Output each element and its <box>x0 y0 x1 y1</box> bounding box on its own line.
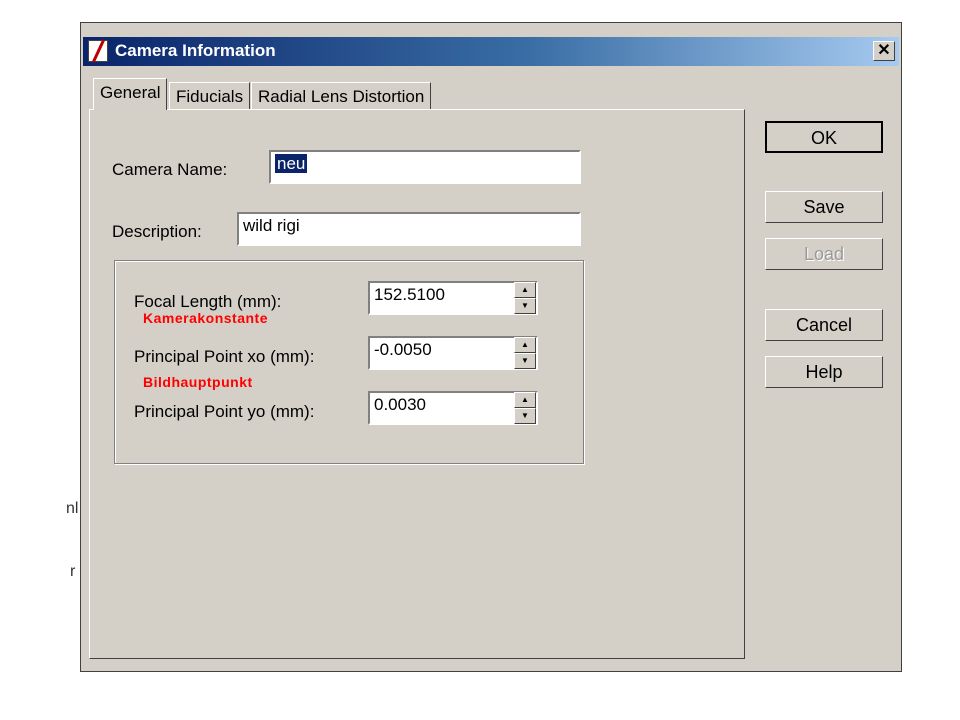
window-title: Camera Information <box>115 41 276 60</box>
spin-up-button[interactable]: ▲ <box>514 392 536 408</box>
principal-point-yo-label: Principal Point yo (mm): <box>134 402 315 421</box>
spin-down-button[interactable]: ▼ <box>514 298 536 314</box>
camera-information-dialog: Camera Information ✕ General Fiducials R… <box>80 22 902 672</box>
principal-point-xo-input[interactable]: -0.0050 <box>368 336 538 370</box>
close-icon: ✕ <box>877 42 891 59</box>
save-button[interactable]: Save <box>765 191 883 223</box>
principal-point-xo-label: Principal Point xo (mm): <box>134 347 315 366</box>
chevron-up-icon: ▲ <box>521 285 529 294</box>
description-label: Description: <box>112 222 202 241</box>
load-button-label: Load <box>803 244 845 264</box>
focal-length-input[interactable]: 152.5100 <box>368 281 538 315</box>
chevron-down-icon: ▼ <box>521 411 529 420</box>
close-button[interactable]: ✕ <box>873 41 895 61</box>
general-tab-panel: Camera Name: neu Description: wild rigi … <box>89 109 745 659</box>
spin-down-button[interactable]: ▼ <box>514 408 536 424</box>
principal-point-xo-spinner: ▲ ▼ <box>514 337 536 369</box>
ok-button[interactable]: OK <box>765 121 883 153</box>
principal-point-xo-value: -0.0050 <box>374 340 432 359</box>
chevron-down-icon: ▼ <box>521 356 529 365</box>
tab-fiducials[interactable]: Fiducials <box>169 82 251 110</box>
principal-point-yo-spinner: ▲ ▼ <box>514 392 536 424</box>
principal-point-yo-input[interactable]: 0.0030 <box>368 391 538 425</box>
load-button: Load <box>765 238 883 270</box>
tab-label: General <box>100 83 161 102</box>
tab-general[interactable]: General <box>93 78 168 110</box>
spin-up-button[interactable]: ▲ <box>514 337 536 353</box>
app-icon <box>88 39 108 63</box>
chevron-up-icon: ▲ <box>521 395 529 404</box>
annotation-kamerakonstante: Kamerakonstante <box>143 310 268 326</box>
chevron-up-icon: ▲ <box>521 340 529 349</box>
spin-up-button[interactable]: ▲ <box>514 282 536 298</box>
description-input[interactable]: wild rigi <box>237 212 581 246</box>
annotation-bildhauptpunkt: Bildhauptpunkt <box>143 374 253 390</box>
save-button-label: Save <box>803 197 845 217</box>
background-fragment: r <box>70 563 76 580</box>
tab-radial-lens-distortion[interactable]: Radial Lens Distortion <box>251 82 432 110</box>
help-button[interactable]: Help <box>765 356 883 388</box>
ok-button-label: OK <box>810 128 837 148</box>
description-value: wild rigi <box>243 216 300 235</box>
tab-label: Fiducials <box>176 87 244 106</box>
camera-name-label: Camera Name: <box>112 160 228 179</box>
chevron-down-icon: ▼ <box>521 301 529 310</box>
camera-name-input[interactable]: neu <box>269 150 581 184</box>
principal-point-yo-value: 0.0030 <box>374 395 426 414</box>
focal-length-label: Focal Length (mm): <box>134 292 282 311</box>
focal-length-spinner: ▲ ▼ <box>514 282 536 314</box>
cancel-button[interactable]: Cancel <box>765 309 883 341</box>
background-fragment: nl <box>66 500 79 517</box>
focal-length-value: 152.5100 <box>374 285 445 304</box>
spin-down-button[interactable]: ▼ <box>514 353 536 369</box>
tab-label: Radial Lens Distortion <box>258 87 425 106</box>
help-button-label: Help <box>805 362 843 382</box>
title-bar[interactable]: Camera Information ✕ <box>83 37 899 66</box>
cancel-button-label: Cancel <box>795 315 853 335</box>
camera-name-value: neu <box>275 154 308 173</box>
